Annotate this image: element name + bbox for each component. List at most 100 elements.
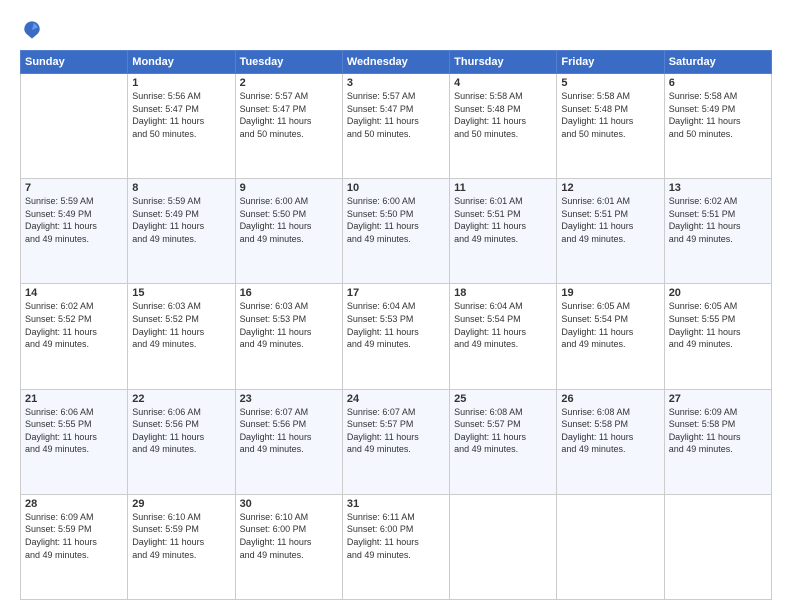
calendar-cell: 26Sunrise: 6:08 AM Sunset: 5:58 PM Dayli… — [557, 389, 664, 494]
cell-info: Sunrise: 5:58 AM Sunset: 5:48 PM Dayligh… — [561, 90, 659, 140]
day-number: 8 — [132, 182, 230, 194]
cell-info: Sunrise: 6:04 AM Sunset: 5:53 PM Dayligh… — [347, 300, 445, 350]
calendar-cell: 3Sunrise: 5:57 AM Sunset: 5:47 PM Daylig… — [342, 74, 449, 179]
calendar-cell: 12Sunrise: 6:01 AM Sunset: 5:51 PM Dayli… — [557, 179, 664, 284]
cell-info: Sunrise: 5:57 AM Sunset: 5:47 PM Dayligh… — [240, 90, 338, 140]
weekday-header-saturday: Saturday — [664, 51, 771, 74]
day-number: 19 — [561, 287, 659, 299]
day-number: 6 — [669, 77, 767, 89]
week-row-5: 28Sunrise: 6:09 AM Sunset: 5:59 PM Dayli… — [21, 494, 772, 599]
calendar-cell — [557, 494, 664, 599]
cell-info: Sunrise: 6:02 AM Sunset: 5:51 PM Dayligh… — [669, 195, 767, 245]
logo — [20, 18, 48, 42]
calendar-cell: 8Sunrise: 5:59 AM Sunset: 5:49 PM Daylig… — [128, 179, 235, 284]
day-number: 18 — [454, 287, 552, 299]
day-number: 29 — [132, 498, 230, 510]
calendar-cell: 19Sunrise: 6:05 AM Sunset: 5:54 PM Dayli… — [557, 284, 664, 389]
logo-icon — [20, 18, 44, 42]
calendar-cell — [21, 74, 128, 179]
calendar-cell: 1Sunrise: 5:56 AM Sunset: 5:47 PM Daylig… — [128, 74, 235, 179]
cell-info: Sunrise: 5:58 AM Sunset: 5:49 PM Dayligh… — [669, 90, 767, 140]
cell-info: Sunrise: 5:57 AM Sunset: 5:47 PM Dayligh… — [347, 90, 445, 140]
cell-info: Sunrise: 5:58 AM Sunset: 5:48 PM Dayligh… — [454, 90, 552, 140]
calendar-cell: 11Sunrise: 6:01 AM Sunset: 5:51 PM Dayli… — [450, 179, 557, 284]
day-number: 28 — [25, 498, 123, 510]
day-number: 7 — [25, 182, 123, 194]
calendar-cell: 31Sunrise: 6:11 AM Sunset: 6:00 PM Dayli… — [342, 494, 449, 599]
calendar-cell: 18Sunrise: 6:04 AM Sunset: 5:54 PM Dayli… — [450, 284, 557, 389]
week-row-2: 7Sunrise: 5:59 AM Sunset: 5:49 PM Daylig… — [21, 179, 772, 284]
day-number: 24 — [347, 393, 445, 405]
cell-info: Sunrise: 6:09 AM Sunset: 5:58 PM Dayligh… — [669, 406, 767, 456]
calendar-cell: 14Sunrise: 6:02 AM Sunset: 5:52 PM Dayli… — [21, 284, 128, 389]
day-number: 30 — [240, 498, 338, 510]
calendar-cell: 2Sunrise: 5:57 AM Sunset: 5:47 PM Daylig… — [235, 74, 342, 179]
cell-info: Sunrise: 6:08 AM Sunset: 5:57 PM Dayligh… — [454, 406, 552, 456]
day-number: 16 — [240, 287, 338, 299]
day-number: 15 — [132, 287, 230, 299]
calendar-table: SundayMondayTuesdayWednesdayThursdayFrid… — [20, 50, 772, 600]
day-number: 14 — [25, 287, 123, 299]
day-number: 26 — [561, 393, 659, 405]
calendar-cell: 16Sunrise: 6:03 AM Sunset: 5:53 PM Dayli… — [235, 284, 342, 389]
calendar-cell: 7Sunrise: 5:59 AM Sunset: 5:49 PM Daylig… — [21, 179, 128, 284]
day-number: 31 — [347, 498, 445, 510]
week-row-4: 21Sunrise: 6:06 AM Sunset: 5:55 PM Dayli… — [21, 389, 772, 494]
calendar-cell: 22Sunrise: 6:06 AM Sunset: 5:56 PM Dayli… — [128, 389, 235, 494]
calendar-cell: 4Sunrise: 5:58 AM Sunset: 5:48 PM Daylig… — [450, 74, 557, 179]
calendar-cell: 29Sunrise: 6:10 AM Sunset: 5:59 PM Dayli… — [128, 494, 235, 599]
day-number: 23 — [240, 393, 338, 405]
weekday-header-wednesday: Wednesday — [342, 51, 449, 74]
cell-info: Sunrise: 6:11 AM Sunset: 6:00 PM Dayligh… — [347, 511, 445, 561]
calendar-cell — [450, 494, 557, 599]
calendar-cell: 21Sunrise: 6:06 AM Sunset: 5:55 PM Dayli… — [21, 389, 128, 494]
day-number: 25 — [454, 393, 552, 405]
calendar-cell: 25Sunrise: 6:08 AM Sunset: 5:57 PM Dayli… — [450, 389, 557, 494]
weekday-header-thursday: Thursday — [450, 51, 557, 74]
calendar-cell: 24Sunrise: 6:07 AM Sunset: 5:57 PM Dayli… — [342, 389, 449, 494]
calendar-cell: 5Sunrise: 5:58 AM Sunset: 5:48 PM Daylig… — [557, 74, 664, 179]
cell-info: Sunrise: 6:06 AM Sunset: 5:55 PM Dayligh… — [25, 406, 123, 456]
calendar-cell: 27Sunrise: 6:09 AM Sunset: 5:58 PM Dayli… — [664, 389, 771, 494]
week-row-1: 1Sunrise: 5:56 AM Sunset: 5:47 PM Daylig… — [21, 74, 772, 179]
calendar-cell: 23Sunrise: 6:07 AM Sunset: 5:56 PM Dayli… — [235, 389, 342, 494]
day-number: 12 — [561, 182, 659, 194]
cell-info: Sunrise: 5:59 AM Sunset: 5:49 PM Dayligh… — [25, 195, 123, 245]
cell-info: Sunrise: 6:00 AM Sunset: 5:50 PM Dayligh… — [347, 195, 445, 245]
calendar-cell: 28Sunrise: 6:09 AM Sunset: 5:59 PM Dayli… — [21, 494, 128, 599]
weekday-header-tuesday: Tuesday — [235, 51, 342, 74]
cell-info: Sunrise: 6:08 AM Sunset: 5:58 PM Dayligh… — [561, 406, 659, 456]
weekday-header-friday: Friday — [557, 51, 664, 74]
day-number: 21 — [25, 393, 123, 405]
calendar-cell: 30Sunrise: 6:10 AM Sunset: 6:00 PM Dayli… — [235, 494, 342, 599]
calendar-cell: 15Sunrise: 6:03 AM Sunset: 5:52 PM Dayli… — [128, 284, 235, 389]
cell-info: Sunrise: 6:10 AM Sunset: 6:00 PM Dayligh… — [240, 511, 338, 561]
cell-info: Sunrise: 6:05 AM Sunset: 5:54 PM Dayligh… — [561, 300, 659, 350]
day-number: 22 — [132, 393, 230, 405]
day-number: 27 — [669, 393, 767, 405]
cell-info: Sunrise: 6:07 AM Sunset: 5:56 PM Dayligh… — [240, 406, 338, 456]
cell-info: Sunrise: 6:02 AM Sunset: 5:52 PM Dayligh… — [25, 300, 123, 350]
day-number: 10 — [347, 182, 445, 194]
day-number: 17 — [347, 287, 445, 299]
weekday-header-row: SundayMondayTuesdayWednesdayThursdayFrid… — [21, 51, 772, 74]
cell-info: Sunrise: 6:01 AM Sunset: 5:51 PM Dayligh… — [561, 195, 659, 245]
calendar-cell: 10Sunrise: 6:00 AM Sunset: 5:50 PM Dayli… — [342, 179, 449, 284]
calendar-cell: 13Sunrise: 6:02 AM Sunset: 5:51 PM Dayli… — [664, 179, 771, 284]
cell-info: Sunrise: 6:10 AM Sunset: 5:59 PM Dayligh… — [132, 511, 230, 561]
cell-info: Sunrise: 6:03 AM Sunset: 5:52 PM Dayligh… — [132, 300, 230, 350]
cell-info: Sunrise: 6:01 AM Sunset: 5:51 PM Dayligh… — [454, 195, 552, 245]
cell-info: Sunrise: 6:00 AM Sunset: 5:50 PM Dayligh… — [240, 195, 338, 245]
cell-info: Sunrise: 6:07 AM Sunset: 5:57 PM Dayligh… — [347, 406, 445, 456]
cell-info: Sunrise: 5:56 AM Sunset: 5:47 PM Dayligh… — [132, 90, 230, 140]
day-number: 5 — [561, 77, 659, 89]
cell-info: Sunrise: 5:59 AM Sunset: 5:49 PM Dayligh… — [132, 195, 230, 245]
day-number: 11 — [454, 182, 552, 194]
calendar-cell: 6Sunrise: 5:58 AM Sunset: 5:49 PM Daylig… — [664, 74, 771, 179]
day-number: 2 — [240, 77, 338, 89]
weekday-header-monday: Monday — [128, 51, 235, 74]
day-number: 3 — [347, 77, 445, 89]
weekday-header-sunday: Sunday — [21, 51, 128, 74]
cell-info: Sunrise: 6:04 AM Sunset: 5:54 PM Dayligh… — [454, 300, 552, 350]
cell-info: Sunrise: 6:03 AM Sunset: 5:53 PM Dayligh… — [240, 300, 338, 350]
